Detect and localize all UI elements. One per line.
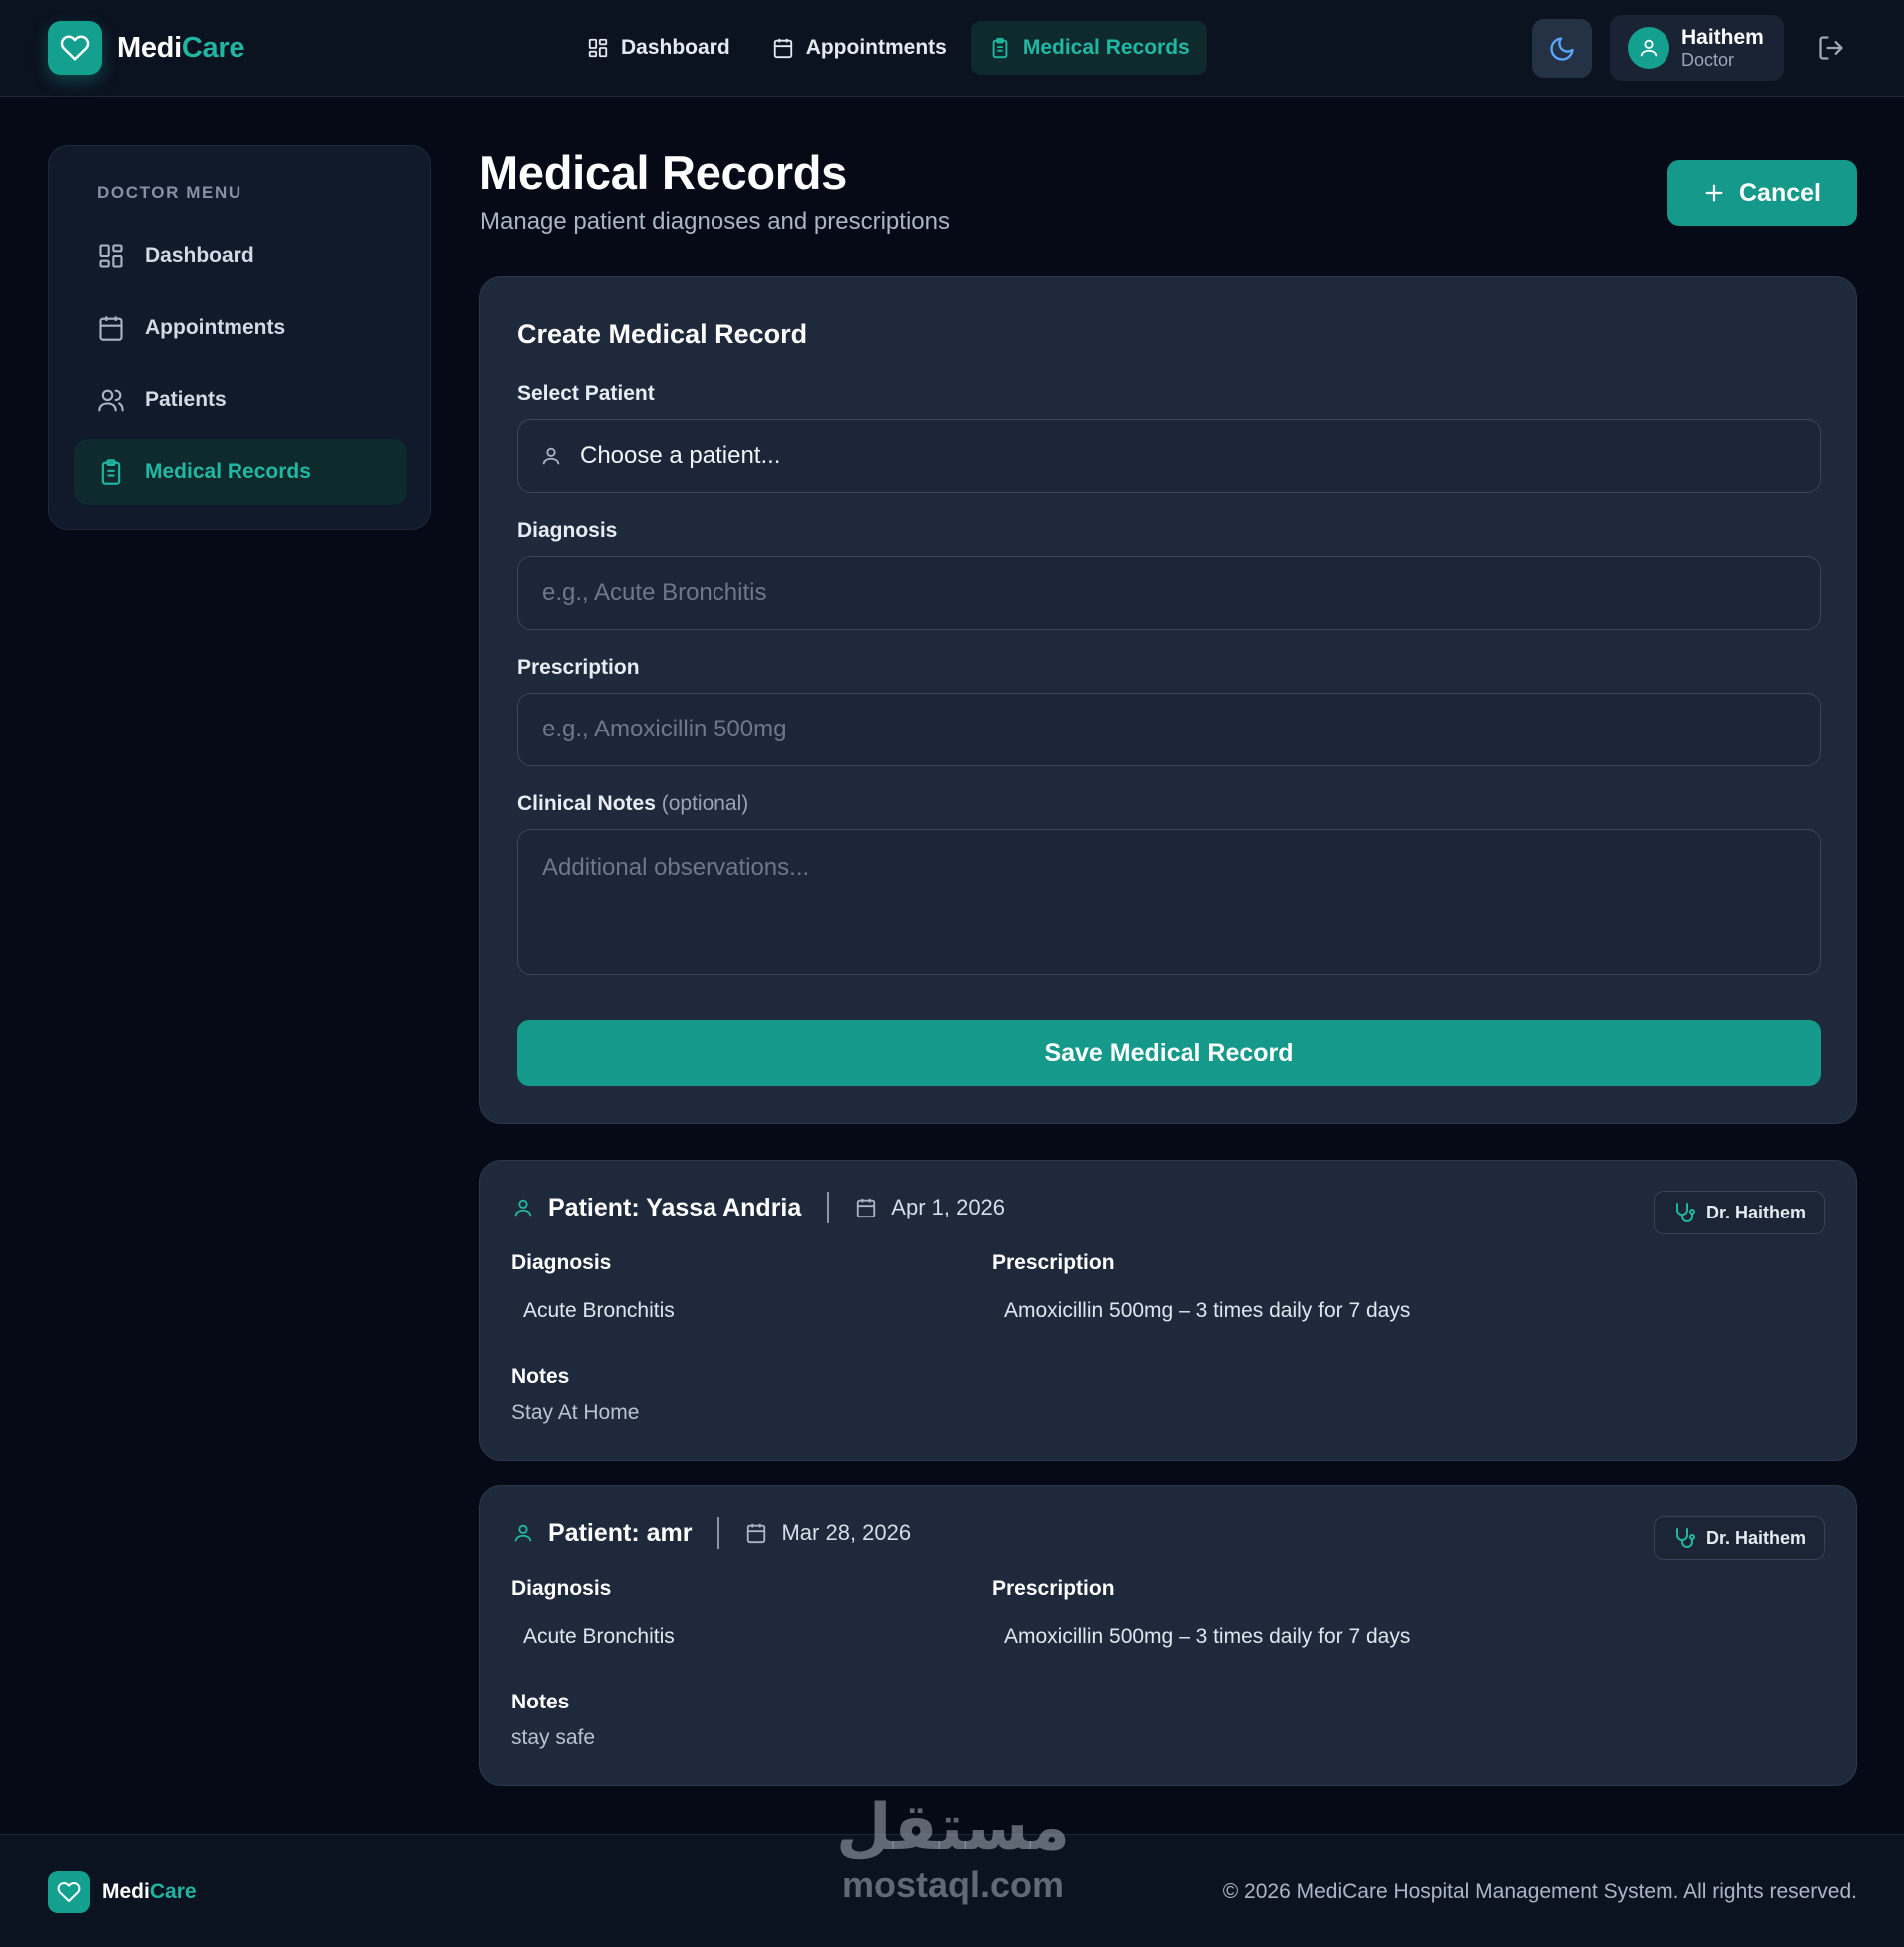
clipboard-icon — [97, 458, 125, 486]
watermark-latin: mostaql.com — [841, 1864, 1065, 1905]
plus-icon — [1703, 182, 1725, 204]
brand[interactable]: MediCare — [48, 21, 244, 75]
top-nav: Dashboard Appointments Medical Records — [569, 21, 1207, 75]
calendar-icon — [855, 1197, 877, 1218]
user-menu[interactable]: Haithem Doctor — [1610, 15, 1784, 81]
sidebar-heading: DOCTOR MENU — [97, 183, 242, 202]
watermark: مستقل mostaql.com — [833, 1796, 1073, 1906]
grid-icon — [587, 37, 609, 59]
cancel-button-label: Cancel — [1739, 178, 1821, 207]
topnav-dashboard[interactable]: Dashboard — [569, 21, 748, 75]
avatar — [1628, 27, 1669, 69]
calendar-icon — [772, 37, 794, 59]
topnav-medical-records[interactable]: Medical Records — [970, 21, 1207, 75]
notes-heading: Notes — [511, 1691, 570, 1713]
diagnosis-heading: Diagnosis — [511, 1251, 612, 1274]
sidebar-item-label: Medical Records — [145, 460, 311, 483]
user-icon — [512, 1197, 534, 1218]
save-record-button[interactable]: Save Medical Record — [517, 1020, 1821, 1086]
user-role: Doctor — [1681, 49, 1735, 70]
sidebar: DOCTOR MENU Dashboard Appointments Patie… — [48, 145, 431, 530]
doctor-badge: Dr. Haithem — [1653, 1191, 1825, 1234]
record-card: Patient: amr Mar 28, 2026 Dr. Haithem Di… — [479, 1485, 1857, 1786]
stethoscope-icon — [1672, 1526, 1696, 1550]
prescription-input[interactable] — [517, 693, 1821, 766]
user-icon — [512, 1522, 534, 1544]
prescription-heading: Prescription — [992, 1251, 1115, 1274]
sidebar-item-label: Appointments — [145, 316, 286, 339]
user-icon — [540, 445, 562, 467]
prescription-heading: Prescription — [992, 1577, 1115, 1600]
moon-icon — [1548, 35, 1576, 63]
brand-name-part2: Care — [181, 31, 245, 64]
calendar-icon — [97, 314, 125, 342]
sidebar-item-patients[interactable]: Patients — [74, 367, 407, 433]
topnav-medical-records-label: Medical Records — [1022, 36, 1190, 59]
clinical-notes-textarea[interactable] — [517, 829, 1821, 975]
sidebar-item-appointments[interactable]: Appointments — [74, 295, 407, 361]
form-title: Create Medical Record — [517, 319, 808, 349]
sidebar-item-dashboard[interactable]: Dashboard — [74, 224, 407, 289]
divider — [827, 1192, 830, 1223]
prescription-value: Amoxicillin 500mg – 3 times daily for 7 … — [1004, 1625, 1411, 1648]
topnav-appointments[interactable]: Appointments — [754, 21, 965, 75]
brand-name-part1: Medi — [117, 31, 182, 64]
copyright-text: © 2026 MediCare Hospital Management Syst… — [1222, 1880, 1857, 1903]
notes-optional-hint: (optional) — [661, 792, 749, 815]
sidebar-item-label: Dashboard — [145, 244, 254, 267]
sidebar-item-medical-records[interactable]: Medical Records — [74, 439, 407, 505]
notes-label-text: Clinical Notes — [517, 792, 656, 815]
notes-label: Clinical Notes (optional) — [517, 792, 748, 816]
user-icon — [1638, 37, 1660, 59]
doctor-badge: Dr. Haithem — [1653, 1516, 1825, 1560]
cancel-button[interactable]: Cancel — [1667, 160, 1857, 226]
brand-name: MediCare — [117, 32, 244, 65]
diagnosis-heading: Diagnosis — [511, 1577, 612, 1600]
record-date: Apr 1, 2026 — [891, 1195, 1006, 1219]
record-date: Mar 28, 2026 — [781, 1520, 912, 1545]
stethoscope-icon — [1672, 1201, 1696, 1224]
topnav-appointments-label: Appointments — [805, 36, 947, 59]
notes-value: Stay At Home — [511, 1401, 640, 1424]
create-record-form: Create Medical Record Select Patient Cho… — [479, 276, 1857, 1124]
users-icon — [97, 386, 125, 414]
doctor-badge-label: Dr. Haithem — [1705, 1202, 1806, 1222]
record-patient-name: Patient: Yassa Andria — [548, 1193, 802, 1221]
patient-select[interactable]: Choose a patient... — [517, 419, 1821, 493]
divider — [717, 1517, 720, 1549]
patient-label: Select Patient — [517, 382, 655, 405]
calendar-icon — [745, 1522, 767, 1544]
grid-icon — [97, 243, 125, 270]
sidebar-item-label: Patients — [145, 388, 227, 411]
page-subtitle: Manage patient diagnoses and prescriptio… — [480, 208, 950, 235]
page-title: Medical Records — [479, 146, 848, 199]
logout-icon — [1817, 34, 1845, 62]
diagnosis-value: Acute Bronchitis — [523, 1625, 675, 1648]
topnav-dashboard-label: Dashboard — [621, 36, 730, 59]
patient-select-value: Choose a patient... — [580, 442, 781, 469]
notes-heading: Notes — [511, 1365, 570, 1388]
top-navbar: MediCare Dashboard Appointments Medical … — [0, 0, 1904, 97]
prescription-label: Prescription — [517, 656, 640, 679]
notes-value: stay safe — [511, 1726, 596, 1749]
user-name: Haithem — [1681, 25, 1764, 49]
record-patient-name: Patient: amr — [548, 1518, 693, 1547]
watermark-arabic: مستقل — [835, 1791, 1071, 1865]
theme-toggle-button[interactable] — [1532, 19, 1592, 78]
footer-brand[interactable]: MediCare — [48, 1871, 197, 1913]
footer-brand-name-part2: Care — [149, 1880, 197, 1903]
footer-brand-name: MediCare — [102, 1880, 197, 1904]
clipboard-icon — [989, 37, 1011, 59]
record-card: Patient: Yassa Andria Apr 1, 2026 Dr. Ha… — [479, 1160, 1857, 1461]
doctor-badge-label: Dr. Haithem — [1705, 1527, 1806, 1548]
logout-button[interactable] — [1814, 31, 1848, 65]
prescription-value: Amoxicillin 500mg – 3 times daily for 7 … — [1004, 1299, 1411, 1322]
diagnosis-input[interactable] — [517, 556, 1821, 630]
diagnosis-label: Diagnosis — [517, 519, 618, 542]
heart-logo-icon — [48, 1871, 90, 1913]
diagnosis-value: Acute Bronchitis — [523, 1299, 675, 1322]
footer-brand-name-part1: Medi — [102, 1880, 150, 1903]
heart-logo-icon — [48, 21, 102, 75]
